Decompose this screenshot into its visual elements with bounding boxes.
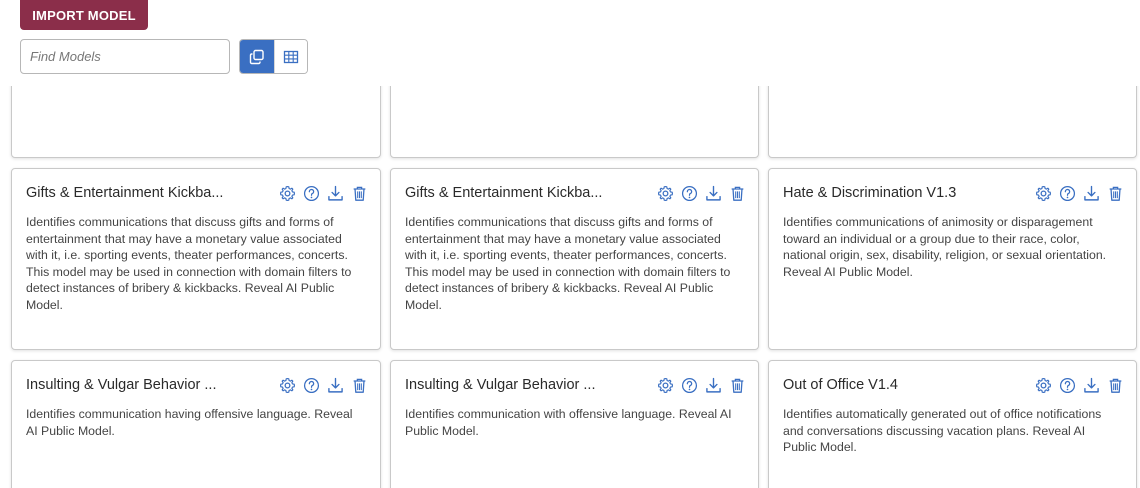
model-card[interactable]: Insulting & Vulgar Behavior ... Identifi…	[390, 360, 759, 488]
download-button[interactable]	[704, 184, 722, 202]
settings-button[interactable]	[278, 184, 296, 202]
download-button[interactable]	[326, 376, 344, 394]
delete-button[interactable]	[1106, 376, 1124, 394]
help-button[interactable]	[680, 184, 698, 202]
model-description: Identifies communication with offensive …	[405, 407, 732, 438]
copy-cards-icon	[249, 49, 264, 64]
help-question-icon	[1059, 185, 1075, 201]
trash-icon	[353, 378, 365, 393]
download-icon	[1083, 185, 1099, 201]
model-title: Out of Office V1.4	[783, 377, 898, 393]
model-description: Identifies automatically generated out o…	[783, 407, 1102, 454]
model-description: Identifies communications that discuss g…	[405, 215, 731, 312]
delete-button[interactable]	[350, 184, 368, 202]
model-title: Gifts & Entertainment Kickba...	[26, 185, 224, 201]
model-title: Hate & Discrimination V1.3	[783, 185, 957, 201]
model-card[interactable]: Gifts & Entertainment Kickba... Identifi…	[11, 168, 381, 350]
model-grid: Gifts & Entertainment Kickba... Identifi…	[0, 86, 1140, 488]
download-button[interactable]	[704, 376, 722, 394]
download-button[interactable]	[326, 184, 344, 202]
table-grid-icon	[283, 50, 298, 63]
download-icon	[327, 185, 343, 201]
settings-button[interactable]	[1034, 376, 1052, 394]
delete-button[interactable]	[350, 376, 368, 394]
delete-button[interactable]	[1106, 184, 1124, 202]
help-question-icon	[681, 185, 697, 201]
settings-gear-icon	[279, 377, 295, 393]
model-card[interactable]: Gifts & Entertainment Kickba... Identifi…	[390, 168, 759, 350]
settings-gear-icon	[1035, 377, 1051, 393]
settings-gear-icon	[657, 377, 673, 393]
model-description: Identifies communication having offensiv…	[26, 407, 353, 438]
download-icon	[705, 185, 721, 201]
table-view-button[interactable]	[273, 40, 307, 73]
trash-icon	[353, 186, 365, 201]
settings-gear-icon	[279, 185, 295, 201]
view-toggle	[239, 39, 308, 74]
model-card[interactable]	[390, 86, 759, 158]
model-title: Insulting & Vulgar Behavior ...	[405, 377, 596, 393]
model-card[interactable]: Insulting & Vulgar Behavior ... Identifi…	[11, 360, 381, 488]
trash-icon	[731, 186, 743, 201]
help-button[interactable]	[1058, 184, 1076, 202]
trash-icon	[731, 378, 743, 393]
model-card[interactable]: Hate & Discrimination V1.3 Identifies co…	[768, 168, 1137, 350]
help-question-icon	[1059, 377, 1075, 393]
settings-gear-icon	[1035, 185, 1051, 201]
delete-button[interactable]	[728, 184, 746, 202]
download-button[interactable]	[1082, 184, 1100, 202]
help-button[interactable]	[302, 376, 320, 394]
help-question-icon	[303, 377, 319, 393]
model-card[interactable]	[11, 86, 381, 158]
trash-icon	[1109, 186, 1121, 201]
download-icon	[705, 377, 721, 393]
model-card[interactable]	[768, 86, 1137, 158]
help-button[interactable]	[302, 184, 320, 202]
delete-button[interactable]	[728, 376, 746, 394]
download-icon	[327, 377, 343, 393]
settings-gear-icon	[657, 185, 673, 201]
card-view-button[interactable]	[240, 40, 274, 73]
settings-button[interactable]	[1034, 184, 1052, 202]
model-title: Insulting & Vulgar Behavior ...	[26, 377, 217, 393]
model-title: Gifts & Entertainment Kickba...	[405, 185, 603, 201]
import-model-button[interactable]: IMPORT MODEL	[20, 0, 148, 30]
find-models-input[interactable]	[20, 39, 230, 74]
settings-button[interactable]	[656, 184, 674, 202]
model-description: Identifies communications that discuss g…	[26, 215, 352, 312]
help-question-icon	[303, 185, 319, 201]
download-button[interactable]	[1082, 376, 1100, 394]
download-icon	[1083, 377, 1099, 393]
help-button[interactable]	[1058, 376, 1076, 394]
trash-icon	[1109, 378, 1121, 393]
settings-button[interactable]	[656, 376, 674, 394]
model-description: Identifies communications of animosity o…	[783, 215, 1107, 279]
settings-button[interactable]	[278, 376, 296, 394]
help-button[interactable]	[680, 376, 698, 394]
model-card[interactable]: Out of Office V1.4 Identifies automatica…	[768, 360, 1137, 488]
help-question-icon	[681, 377, 697, 393]
